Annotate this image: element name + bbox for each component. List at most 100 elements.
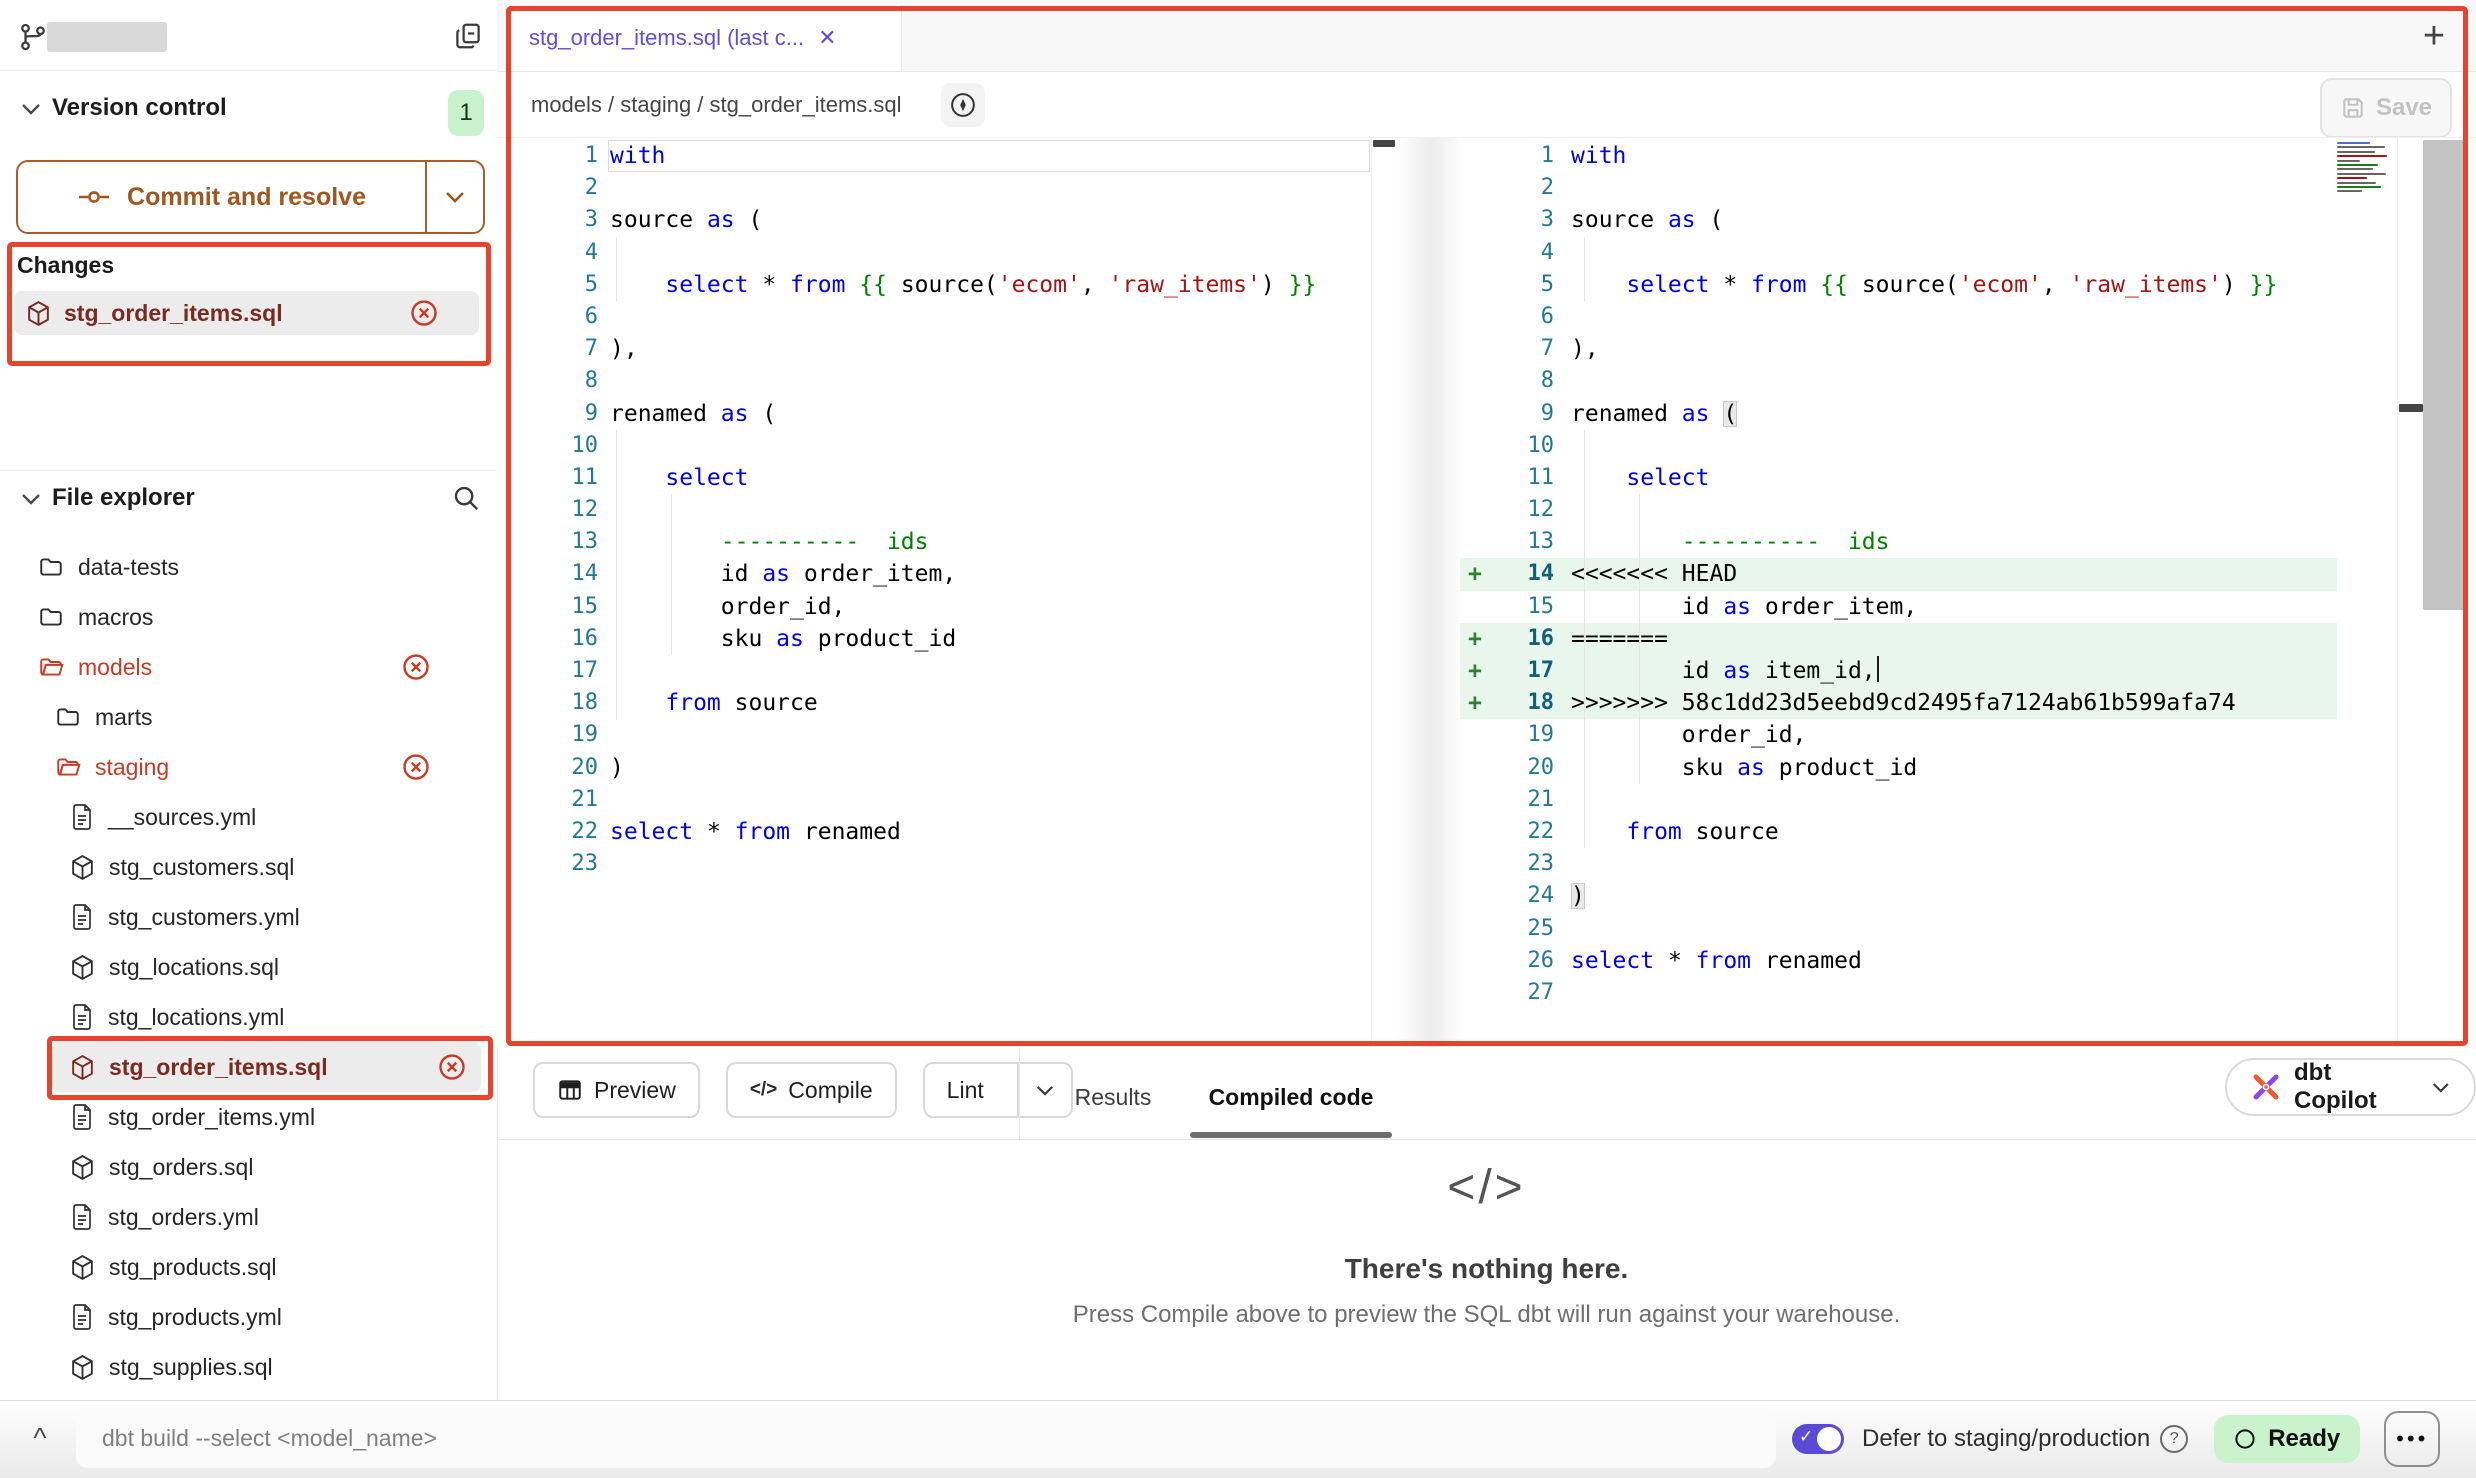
line-number: 2 [540,172,598,204]
line-number: 8 [540,365,598,397]
tree-item-stg_products.sql[interactable]: stg_products.sql [0,1242,497,1292]
folder-icon [38,604,64,630]
dbt-copilot-icon [2251,1072,2281,1102]
line-number: 20 [540,752,598,784]
defer-toggle[interactable]: ✓ [1792,1424,1844,1454]
lineage-compass-icon[interactable] [941,83,985,127]
diff-added-marker [1468,526,1488,558]
sql-icon [70,1354,95,1381]
tree-item-stg_customers.yml[interactable]: stg_customers.yml [0,892,497,942]
more-options-button[interactable]: ••• [2384,1411,2440,1467]
status-circle-icon [2234,1428,2256,1450]
chevron-down-icon[interactable] [18,100,44,118]
code-line-14: 14 id as order_item, [497,558,1371,590]
tree-item-label: stg_customers.sql [109,854,294,881]
code-line-11: 11 select [1460,462,2337,494]
commit-options-caret[interactable] [425,162,483,232]
save-floppy-icon [2340,95,2366,121]
line-number: 8 [1490,365,1554,397]
yml-icon [70,804,94,830]
close-tab-icon[interactable]: ✕ [818,25,836,51]
tab-results[interactable]: Results [1050,1062,1176,1132]
code-line-17: 17 [497,655,1371,687]
tree-item-macros[interactable]: macros [0,592,497,642]
line-number: 25 [1490,913,1554,945]
commit-and-resolve-button[interactable]: Commit and resolve [16,160,485,234]
line-number: 6 [540,301,598,333]
help-icon[interactable]: ? [2160,1425,2188,1453]
tree-item-models[interactable]: models [0,642,497,692]
tree-item-stg_order_items.sql[interactable]: stg_order_items.sql [52,1042,481,1092]
tree-item-stg_supplies.sql[interactable]: stg_supplies.sql [0,1342,497,1392]
discard-change-icon[interactable] [401,652,431,682]
new-tab-button[interactable]: + [2410,12,2458,60]
tree-item-stg_locations.yml[interactable]: stg_locations.yml [0,992,497,1042]
line-number: 27 [1490,977,1554,1009]
editor-pane-conflict[interactable]: 1with23source as (45 select * from {{ so… [1460,138,2337,1047]
code-line-5: 5 select * from {{ source('ecom', 'raw_i… [497,269,1371,301]
code-line-16: +16======= [1460,623,2337,655]
line-number: 4 [540,237,598,269]
code-line-10: 10 [497,430,1371,462]
code-line-21: 21 [1460,784,2337,816]
diff-added-marker [1468,591,1488,623]
code-line-9: 9renamed as ( [497,398,1371,430]
line-number: 1 [1490,140,1554,172]
tree-item-staging[interactable]: staging [0,742,497,792]
sql-icon [70,1154,95,1181]
tree-item-stg_locations.sql[interactable]: stg_locations.sql [0,942,497,992]
tab-compiled-code[interactable]: Compiled code [1180,1062,1402,1132]
changed-file-row[interactable]: stg_order_items.sql [14,291,479,335]
copy-files-icon[interactable] [450,18,486,54]
line-number: 11 [540,462,598,494]
tree-item-stg_orders.yml[interactable]: stg_orders.yml [0,1192,497,1242]
diff-added-marker: + [1468,558,1488,590]
tree-item-stg_products.yml[interactable]: stg_products.yml [0,1292,497,1342]
line-number: 4 [1490,237,1554,269]
compile-button[interactable]: </> Compile [726,1062,897,1118]
vertical-scrollbar-thumb[interactable] [2423,140,2468,610]
tree-item-label: stg_customers.yml [108,904,300,931]
diff-added-marker [1468,204,1488,236]
line-number: 7 [540,333,598,365]
code-line-7: 7), [497,333,1371,365]
chevron-down-icon[interactable] [18,490,44,508]
tree-item-__sources.yml[interactable]: __sources.yml [0,792,497,842]
toolbar-bottom-border [497,1139,2476,1140]
diff-added-marker [1468,462,1488,494]
tree-item-stg_customers.sql[interactable]: stg_customers.sql [0,842,497,892]
code-line-8: 8 [497,365,1371,397]
code-line-17: +17 id as item_id, [1460,655,2337,687]
line-number: 5 [1490,269,1554,301]
dbt-ide-root: Version control 1 Commit and resolve Cha… [0,0,2476,1478]
save-button[interactable]: Save [2320,78,2452,138]
discard-change-icon[interactable] [437,1052,467,1082]
line-number: 10 [540,430,598,462]
command-input[interactable] [76,1408,1776,1468]
tree-item-label: staging [95,754,169,781]
diff-added-marker [1468,719,1488,751]
editor-pane-original[interactable]: 1with23source as (45 select * from {{ so… [497,138,1371,1047]
tree-item-label: stg_locations.sql [109,954,279,981]
discard-change-icon[interactable] [409,298,439,328]
tree-item-stg_orders.sql[interactable]: stg_orders.sql [0,1142,497,1192]
tree-item-data-tests[interactable]: data-tests [0,542,497,592]
tab-stg-order-items[interactable]: stg_order_items.sql (last c... ✕ [506,5,902,71]
line-number: 13 [540,526,598,558]
git-branch-icon [16,20,50,54]
tree-item-stg_order_items.yml[interactable]: stg_order_items.yml [0,1092,497,1142]
tree-item-label: stg_orders.sql [109,1154,253,1181]
expand-command-bar-icon[interactable]: ^ [16,1412,64,1464]
code-line-18: 18 from source [497,687,1371,719]
search-icon[interactable] [448,480,484,516]
file-explorer-title: File explorer [52,484,195,512]
dbt-copilot-button[interactable]: dbt Copilot [2225,1058,2476,1116]
line-number: 7 [1490,333,1554,365]
preview-button[interactable]: Preview [533,1062,700,1118]
tree-item-marts[interactable]: marts [0,692,497,742]
toolbar-divider [1019,1047,1020,1139]
tree-item-label: stg_products.sql [109,1254,276,1281]
discard-change-icon[interactable] [401,752,431,782]
line-number: 14 [1490,558,1554,590]
code-line-13: 13 ---------- ids [1460,526,2337,558]
